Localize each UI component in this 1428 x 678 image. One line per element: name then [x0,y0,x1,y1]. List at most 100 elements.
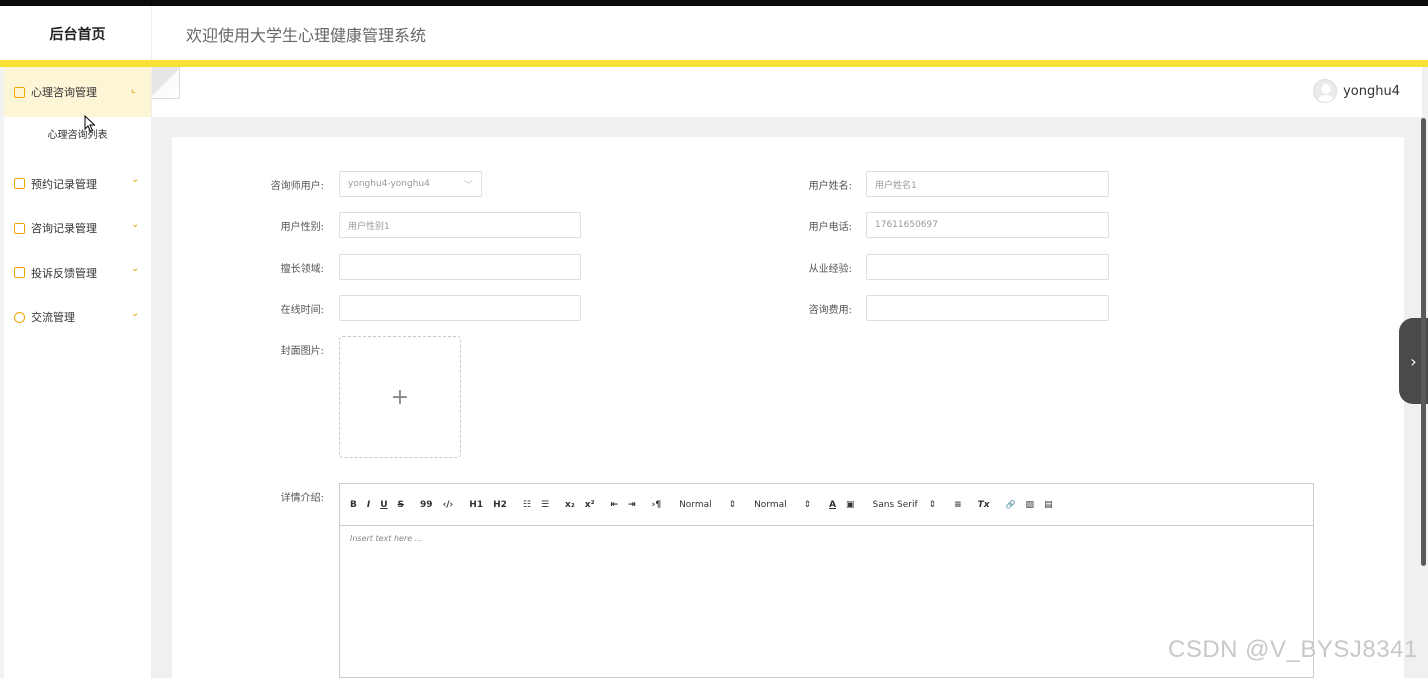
indent-button[interactable]: ⇥ [628,500,636,510]
sidebar-item-label: 交流管理 [31,311,75,324]
specialty-input[interactable] [339,254,581,280]
text-color-button[interactable]: A [829,500,836,510]
video-button[interactable]: ▤ [1044,500,1053,510]
outdent-button[interactable]: ⇤ [611,500,619,510]
font-select-value: Sans Serif [872,499,918,510]
user-name-input[interactable]: 用户姓名1 [866,171,1109,197]
chevron-right-icon: › [1410,351,1417,371]
superscript-button[interactable]: x² [585,500,595,510]
field-experience: 从业经验: [792,254,1109,280]
field-label: 封面图片: [280,346,324,357]
field-user-phone: 用户电话: 17611650697 [792,212,1109,238]
fee-input[interactable] [866,295,1109,321]
cover-upload[interactable]: + [339,336,461,458]
consultant-user-select[interactable]: yonghu4-yonghu4 ﹀ [339,171,482,197]
user-menu[interactable]: yonghu4 [1313,79,1400,103]
subscript-button[interactable]: x₂ [565,500,575,510]
field-details: 详情介绍: [252,489,324,504]
input-placeholder: 用户性别1 [348,221,390,232]
field-specialty: 擅长领域: [252,254,581,280]
editor-toolbar: B I U S 99 ‹/› H1 H2 ☷ ☰ x₂ x² ⇤ ⇥ ›¶ No… [340,484,1313,526]
text-direction-button[interactable]: ›¶ [652,500,661,510]
mouse-cursor-icon [84,115,96,133]
field-label: 擅长领域: [280,263,324,275]
header: 后台首页 欢迎使用大学生心理健康管理系统 [0,6,1428,62]
field-label: 用户姓名: [808,180,852,192]
content-topbar: yonghu4 [152,67,1422,117]
scrollbar[interactable] [1421,118,1426,566]
blockquote-button[interactable]: 99 [420,500,433,510]
system-title: 欢迎使用大学生心理健康管理系统 [186,26,427,45]
username: yonghu4 [1343,83,1400,99]
sidebar-group-chat: 交流管理 ⌄ [4,295,151,339]
sidebar-item-label: 投诉反馈管理 [31,266,97,280]
consult-form: 咨询师用户: yonghu4-yonghu4 ﹀ 用户姓名: 用户姓名1 用户性… [172,137,1404,678]
align-button[interactable]: ≡ [954,500,962,510]
user-gender-input[interactable]: 用户性别1 [339,212,581,238]
header1-button[interactable]: H1 [469,500,483,510]
field-label: 详情介绍: [280,493,324,504]
field-online-time: 在线时间: [252,295,581,321]
image-button[interactable]: ▨ [1026,500,1035,510]
field-label: 从业经验: [808,263,852,275]
sidebar-subitem-consult-list[interactable]: 心理咨询列表 [4,117,151,149]
editor-body[interactable]: Insert text here ... [340,526,1313,551]
field-label: 咨询费用: [808,304,852,316]
home-link[interactable]: 后台首页 [4,6,152,62]
field-cover: 封面图片: [252,342,324,357]
header2-button[interactable]: H2 [493,500,507,510]
clean-format-button[interactable]: Tx [978,500,990,510]
plus-icon: + [390,384,410,410]
chevron-down-icon: ⌄ [131,263,140,274]
sidebar-toggle[interactable] [152,67,180,99]
header-select-value: Normal [754,499,787,510]
select-arrows-icon: ⇕ [803,499,812,510]
page-icon [14,178,25,189]
select-arrows-icon: ⇕ [928,499,937,510]
ordered-list-button[interactable]: ☷ [523,500,531,510]
bold-button[interactable]: B [350,500,357,510]
sidebar-item-label: 预约记录管理 [31,177,97,191]
input-value: 17611650697 [875,220,938,230]
italic-button[interactable]: I [367,500,370,510]
sidebar: 心理咨询管理 ⌞ 心理咨询列表 预约记录管理 ⌄ 咨询记录管理 ⌄ 投诉反馈管理… [4,67,152,678]
code-block-button[interactable]: ‹/› [443,500,454,510]
sidebar-item-record-manage[interactable]: 咨询记录管理 ⌄ [4,206,151,250]
size-select[interactable]: Normal ⇕ [679,500,736,510]
chevron-down-icon: ﹀ [463,180,473,191]
select-arrows-icon: ⇕ [728,499,737,510]
sidebar-item-appointment-manage[interactable]: 预约记录管理 ⌄ [4,161,151,206]
field-label: 用户性别: [280,221,324,233]
sidebar-item-complaint-manage[interactable]: 投诉反馈管理 ⌄ [4,250,151,295]
input-placeholder: 用户姓名1 [875,180,917,191]
sidebar-group-consult: 心理咨询管理 ⌞ 心理咨询列表 [4,67,151,149]
sidebar-item-label: 咨询记录管理 [31,222,97,235]
online-time-input[interactable] [339,295,581,321]
underline-button[interactable]: U [380,500,387,510]
watermark: CSDN @V_BYSJ8341 [1168,636,1418,663]
main-content: yonghu4 咨询师用户: yonghu4-yonghu4 ﹀ 用户姓名: 用… [152,67,1428,678]
field-label: 咨询师用户: [270,180,324,192]
sidebar-item-label: 心理咨询管理 [31,86,97,99]
link-button[interactable]: 🔗 [1006,500,1016,509]
user-phone-input[interactable]: 17611650697 [866,212,1109,238]
chevron-down-icon: ⌄ [131,219,140,230]
bullet-list-button[interactable]: ☰ [541,500,549,510]
sidebar-group-record: 咨询记录管理 ⌄ [4,206,151,250]
sidebar-item-consult-manage[interactable]: 心理咨询管理 ⌞ [4,67,151,117]
background-color-button[interactable]: ▣ [846,500,855,510]
experience-input[interactable] [866,254,1109,280]
header-select[interactable]: Normal ⇕ [754,500,811,510]
chevron-down-icon: ⌄ [131,308,140,319]
field-consultant-user: 咨询师用户: yonghu4-yonghu4 ﹀ [252,171,482,197]
sidebar-item-chat-manage[interactable]: 交流管理 ⌄ [4,295,151,339]
field-fee: 咨询费用: [792,295,1109,321]
page-icon [14,86,25,98]
field-label: 用户电话: [808,221,852,233]
strike-button[interactable]: S [398,500,404,510]
size-select-value: Normal [679,499,712,510]
avatar [1313,79,1338,103]
page-icon [14,267,25,278]
font-select[interactable]: Sans Serif ⇕ [873,500,937,510]
page-icon [14,222,25,234]
